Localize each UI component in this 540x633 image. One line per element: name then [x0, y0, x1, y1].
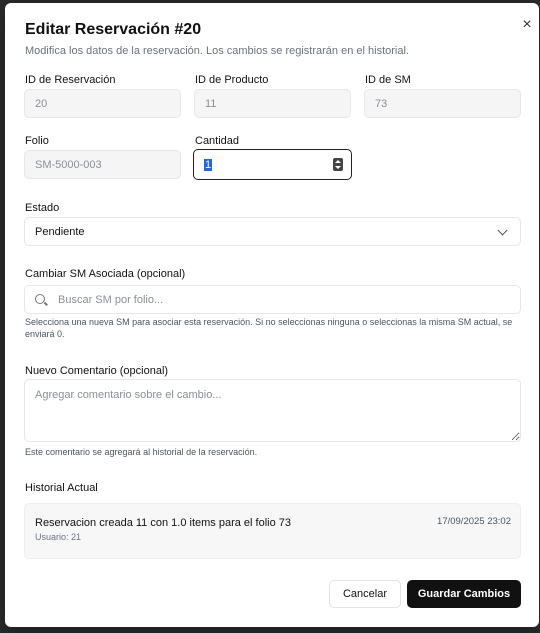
history-entry: Reservacion creada 11 con 1.0 items para… [24, 503, 521, 559]
spinner-arrows-icon[interactable] [333, 158, 343, 171]
folio-field: SM-5000-003 [24, 150, 181, 179]
quantity-label: Cantidad [195, 135, 240, 147]
history-entry-user: Usuario: 21 [35, 532, 82, 542]
quantity-value: 1 [204, 158, 213, 171]
status-label: Estado [25, 202, 60, 214]
comment-help: Este comentario se agregará al historial… [25, 447, 258, 457]
sm-search-placeholder: Buscar SM por folio... [58, 293, 164, 306]
history-entry-date: 17/09/2025 23:02 [437, 516, 511, 527]
change-sm-help: Selecciona una nueva SM para asociar est… [25, 317, 513, 339]
dialog-title: Editar Reservación #20 [25, 21, 202, 38]
status-select[interactable]: Pendiente [24, 217, 521, 246]
status-value: Pendiente [35, 225, 85, 238]
folio-label: Folio [25, 135, 49, 147]
product-id-field: 11 [194, 89, 351, 118]
comment-textarea[interactable] [24, 379, 521, 442]
cancel-button[interactable]: Cancelar [329, 580, 401, 608]
quantity-stepper[interactable]: 1 [193, 149, 352, 180]
dialog-subtitle: Modifica los datos de la reservación. Lo… [25, 45, 409, 57]
history-label: Historial Actual [25, 482, 98, 494]
sm-id-field: 73 [364, 89, 521, 118]
product-id-label: ID de Producto [195, 74, 269, 86]
close-icon[interactable]: × [518, 16, 536, 34]
sm-search-input[interactable]: Buscar SM por folio... [24, 285, 521, 314]
save-button[interactable]: Guardar Cambios [407, 580, 521, 608]
search-icon [35, 294, 45, 304]
change-sm-label: Cambiar SM Asociada (opcional) [25, 268, 186, 280]
reservation-id-field: 20 [24, 89, 181, 118]
edit-reservation-dialog: × Editar Reservación #20 Modifica los da… [5, 3, 539, 627]
comment-label: Nuevo Comentario (opcional) [25, 365, 169, 377]
chevron-down-icon [497, 225, 508, 236]
reservation-id-label: ID de Reservación [25, 74, 116, 86]
history-entry-text: Reservacion creada 11 con 1.0 items para… [35, 517, 291, 529]
sm-id-label: ID de SM [365, 74, 411, 86]
